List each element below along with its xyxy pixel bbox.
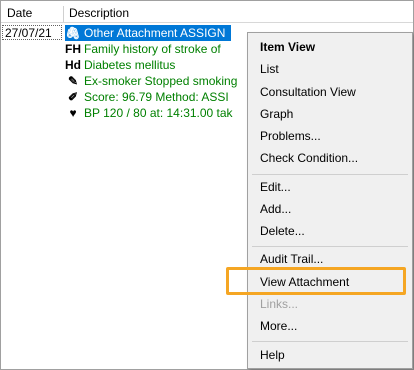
pen-icon: ✎ xyxy=(67,74,79,88)
score-icon: ✐ xyxy=(67,90,79,104)
menu-graph[interactable]: Graph xyxy=(260,104,293,124)
description-text: Diabetes mellitus xyxy=(84,58,176,72)
menu-separator xyxy=(252,341,408,342)
description-cell: FH Family history of stroke of xyxy=(65,41,221,57)
journal-panel: Date Description 27/07/21 🖇 Other Attachme… xyxy=(0,0,414,370)
column-date-header[interactable]: Date xyxy=(7,5,32,22)
description-cell: Hd Diabetes mellitus xyxy=(65,57,175,73)
context-menu: Item View List Consultation View Graph P… xyxy=(247,32,413,369)
view-attachment-highlight xyxy=(226,267,406,295)
diagnosis-icon: Hd xyxy=(65,58,81,72)
paperclip-icon: 🖇 xyxy=(65,26,81,40)
menu-delete[interactable]: Delete... xyxy=(260,221,305,241)
menu-separator xyxy=(252,174,408,175)
family-history-icon: FH xyxy=(65,42,81,56)
menu-item-view[interactable]: Item View xyxy=(260,37,315,57)
menu-check-condition[interactable]: Check Condition... xyxy=(260,148,358,168)
description-text: Score: 96.79 Method: ASSI xyxy=(84,90,229,104)
description-text: Other Attachment ASSIGN xyxy=(84,26,226,40)
description-cell: ✐ Score: 96.79 Method: ASSI xyxy=(65,89,229,105)
column-description-header[interactable]: Description xyxy=(69,5,129,22)
menu-links: Links... xyxy=(260,297,299,311)
description-text: BP 120 / 80 at: 14:31.00 tak xyxy=(84,106,233,120)
menu-add[interactable]: Add... xyxy=(260,199,291,219)
description-text: Family history of stroke of xyxy=(84,42,221,56)
menu-more[interactable]: More... xyxy=(260,316,297,336)
description-cell: ✎ Ex-smoker Stopped smoking xyxy=(65,73,237,89)
description-text: Ex-smoker Stopped smoking xyxy=(84,74,238,88)
menu-edit[interactable]: Edit... xyxy=(260,177,291,197)
column-header: Date Description xyxy=(1,5,413,23)
date-cell: 27/07/21 xyxy=(2,25,62,40)
column-separator[interactable] xyxy=(63,6,64,22)
menu-separator xyxy=(252,246,408,247)
menu-audit-trail[interactable]: Audit Trail... xyxy=(260,249,323,269)
menu-problems[interactable]: Problems... xyxy=(260,126,321,146)
description-cell: ♥ BP 120 / 80 at: 14:31.00 tak xyxy=(65,105,233,121)
menu-list[interactable]: List xyxy=(260,59,279,79)
menu-help[interactable]: Help xyxy=(260,345,285,365)
blood-pressure-icon: ♥ xyxy=(69,106,77,120)
description-cell: 🖇 Other Attachment ASSIGN xyxy=(65,25,232,41)
menu-consultation-view[interactable]: Consultation View xyxy=(260,82,356,102)
